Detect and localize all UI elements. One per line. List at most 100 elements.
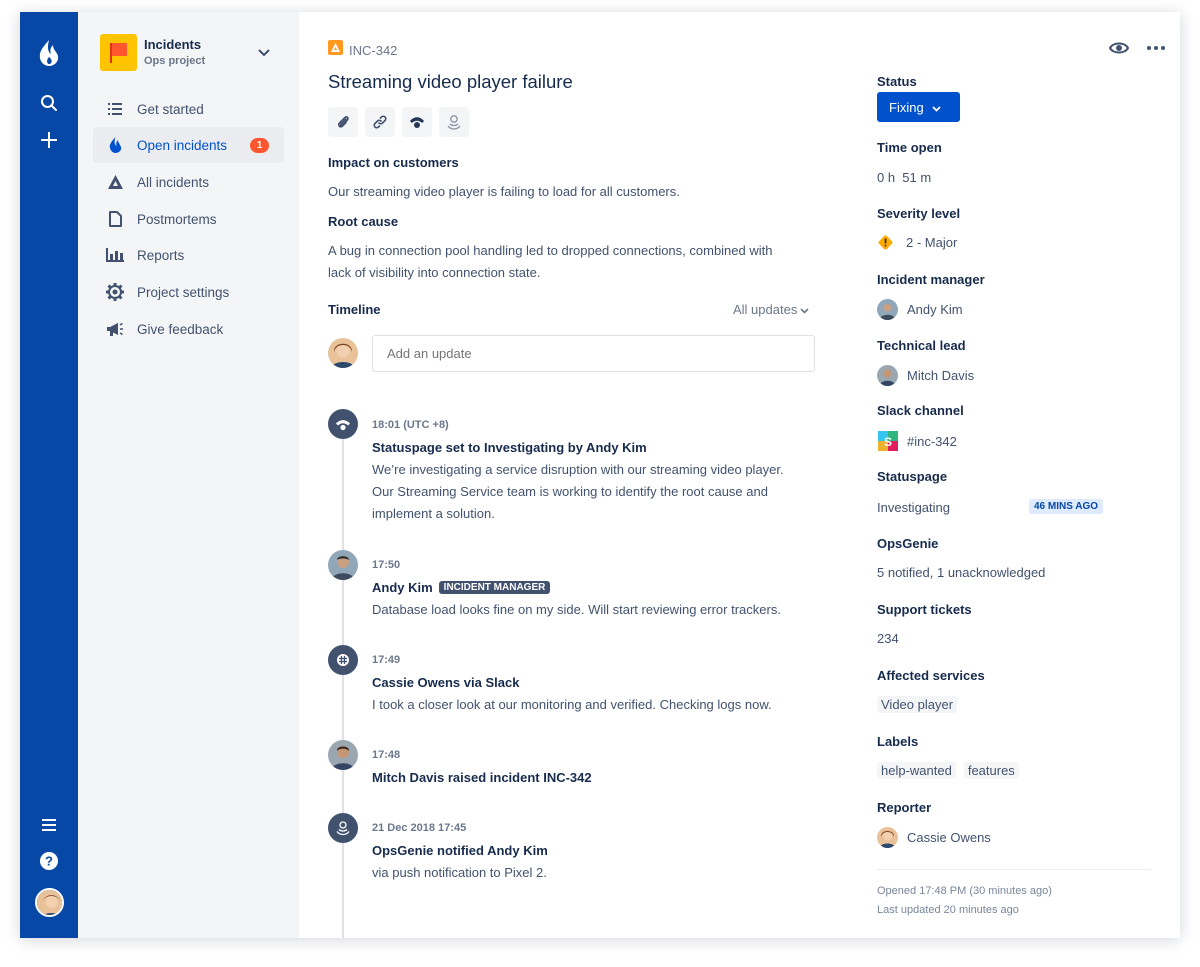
event-author[interactable]: Andy Kim bbox=[372, 580, 433, 595]
event-text-line: We’re investigating a service disruption… bbox=[372, 462, 784, 477]
root-cause-text-line: lack of visibility into connection state… bbox=[328, 265, 541, 280]
event-time: 17:50 bbox=[372, 559, 401, 571]
reporter-value: Cassie Owens bbox=[907, 830, 991, 845]
avatar bbox=[877, 827, 898, 848]
flame-icon bbox=[93, 137, 137, 153]
issue-key[interactable]: INC-342 bbox=[349, 43, 397, 58]
incident-manager-label: Incident manager bbox=[877, 272, 985, 287]
list-icon bbox=[93, 103, 137, 115]
project-type: Ops project bbox=[144, 55, 206, 67]
opsgenie-icon[interactable] bbox=[439, 107, 469, 137]
more-options-icon[interactable] bbox=[1144, 38, 1168, 58]
divider bbox=[877, 869, 1151, 870]
event-text-line: Database load looks fine on my side. Wil… bbox=[372, 602, 781, 617]
statuspage-icon bbox=[328, 409, 358, 439]
sidebar-item-project-settings[interactable]: Project settings bbox=[93, 274, 284, 310]
chevron-down-icon[interactable] bbox=[258, 44, 270, 62]
sidebar-item-label: Postmortems bbox=[137, 211, 217, 227]
statuspage-icon[interactable] bbox=[402, 107, 432, 137]
svg-text:S: S bbox=[884, 435, 892, 449]
chevron-down-icon bbox=[932, 100, 941, 115]
timeline-filter-label: All updates bbox=[733, 302, 798, 317]
event-text-line: Our Streaming Service team is working to… bbox=[372, 484, 768, 499]
timeline-filter-dropdown[interactable]: All updates bbox=[733, 302, 809, 317]
statuspage-field[interactable]: Investigating 46 MINS AGO bbox=[877, 498, 1137, 516]
event-title: Cassie Owens via Slack bbox=[372, 675, 520, 690]
status-value: Fixing bbox=[889, 99, 924, 115]
impact-text: Our streaming video player is failing to… bbox=[328, 184, 680, 199]
menu-icon[interactable] bbox=[20, 815, 78, 835]
app-window: ? Incidents Ops project Get started Open… bbox=[20, 12, 1180, 938]
incident-detail: INC-342 Streaming video player failure I… bbox=[299, 12, 1180, 938]
megaphone-icon bbox=[93, 322, 137, 336]
event-time: 21 Dec 2018 17:45 bbox=[372, 822, 467, 834]
chevron-down-icon bbox=[800, 302, 809, 317]
technical-lead-value: Mitch Davis bbox=[907, 368, 975, 383]
label-tag[interactable]: help-wanted bbox=[877, 762, 956, 779]
event-time: 17:48 bbox=[372, 749, 401, 761]
project-switcher[interactable]: Incidents Ops project bbox=[100, 34, 280, 72]
role-lozenge: INCIDENT MANAGER bbox=[438, 581, 551, 594]
event-title: Andy Kim INCIDENT MANAGER bbox=[372, 580, 551, 595]
sidebar-item-give-feedback[interactable]: Give feedback bbox=[93, 311, 284, 347]
time-open-label: Time open bbox=[877, 140, 942, 155]
link-icon[interactable] bbox=[365, 107, 395, 137]
avatar bbox=[877, 365, 898, 386]
event-text-line: via push notification to Pixel 2. bbox=[372, 865, 547, 880]
opsgenie-value: 5 notified, 1 unacknowledged bbox=[877, 565, 1046, 580]
warning-icon bbox=[877, 234, 894, 251]
impact-heading: Impact on customers bbox=[328, 155, 459, 170]
incident-manager-field[interactable]: Andy Kim bbox=[877, 299, 963, 320]
technical-lead-field[interactable]: Mitch Davis bbox=[877, 365, 974, 386]
opened-timestamp: Opened 17:48 PM (30 minutes ago) bbox=[877, 885, 1052, 897]
create-icon[interactable] bbox=[20, 129, 78, 151]
sidebar-item-postmortems[interactable]: Postmortems bbox=[93, 201, 284, 237]
help-icon[interactable]: ? bbox=[20, 851, 78, 871]
sidebar-item-label: Get started bbox=[137, 101, 204, 117]
sidebar-item-all-incidents[interactable]: All incidents bbox=[93, 164, 284, 200]
severity-label: Severity level bbox=[877, 206, 961, 221]
project-sidebar: Incidents Ops project Get started Open i… bbox=[78, 12, 299, 938]
statuspage-value: Investigating bbox=[877, 499, 950, 515]
timeline-heading: Timeline bbox=[328, 302, 381, 317]
incident-title[interactable]: Streaming video player failure bbox=[328, 71, 573, 93]
root-cause-heading: Root cause bbox=[328, 214, 399, 229]
breadcrumb[interactable]: INC-342 bbox=[328, 40, 397, 60]
support-tickets-label: Support tickets bbox=[877, 602, 972, 617]
support-tickets-value: 234 bbox=[877, 631, 899, 646]
sidebar-item-reports[interactable]: Reports bbox=[93, 237, 284, 273]
slack-channel-label: Slack channel bbox=[877, 403, 964, 418]
slack-icon bbox=[328, 645, 358, 675]
severity-value: 2 - Major bbox=[906, 235, 958, 250]
statuspage-label: Statuspage bbox=[877, 469, 948, 484]
slack-channel-field[interactable]: S #inc-342 bbox=[877, 430, 957, 452]
statuspage-time-lozenge: 46 MINS AGO bbox=[1029, 499, 1104, 514]
bar-chart-icon bbox=[93, 248, 137, 262]
avatar bbox=[877, 299, 898, 320]
severity-field[interactable]: 2 - Major bbox=[877, 234, 957, 251]
triangle-icon bbox=[93, 175, 137, 189]
svg-text:?: ? bbox=[45, 854, 53, 869]
user-avatar[interactable] bbox=[20, 887, 78, 917]
incident-type-icon bbox=[328, 40, 343, 60]
avatar bbox=[328, 740, 358, 770]
add-update-input[interactable] bbox=[372, 335, 815, 372]
status-dropdown[interactable]: Fixing bbox=[877, 92, 960, 122]
incident-manager-value: Andy Kim bbox=[907, 302, 963, 317]
service-tag[interactable]: Video player bbox=[877, 696, 958, 713]
labels-list: help-wanted features bbox=[877, 762, 1027, 779]
reporter-label: Reporter bbox=[877, 800, 932, 815]
event-time: 18:01 (UTC +8) bbox=[372, 419, 449, 431]
labels-label: Labels bbox=[877, 734, 919, 749]
search-icon[interactable] bbox=[20, 92, 78, 114]
product-logo-icon[interactable] bbox=[20, 38, 78, 68]
event-text-line: I took a closer look at our monitoring a… bbox=[372, 697, 772, 712]
sidebar-item-open-incidents[interactable]: Open incidents 1 bbox=[93, 127, 284, 163]
document-icon bbox=[93, 211, 137, 227]
attach-icon[interactable] bbox=[328, 107, 358, 137]
label-tag[interactable]: features bbox=[963, 762, 1019, 779]
time-open-value: 0 h 51 m bbox=[877, 170, 932, 185]
watch-icon[interactable] bbox=[1107, 38, 1131, 58]
sidebar-item-get-started[interactable]: Get started bbox=[93, 91, 284, 127]
reporter-field[interactable]: Cassie Owens bbox=[877, 827, 991, 848]
